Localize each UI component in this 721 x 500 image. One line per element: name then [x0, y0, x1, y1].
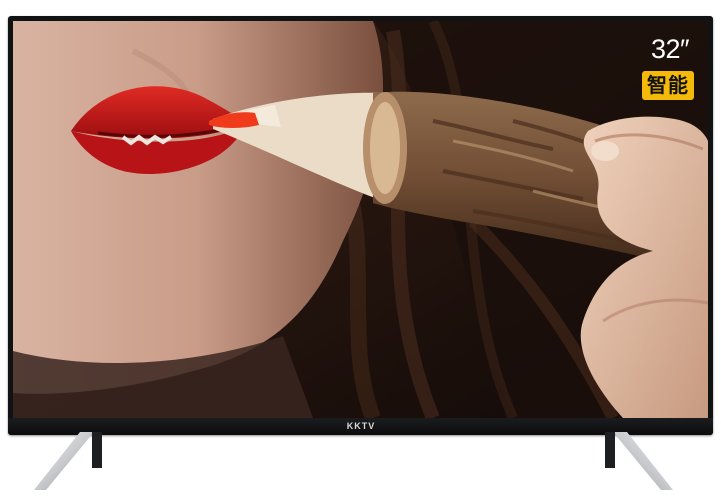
- brand-logo: KKTV: [346, 421, 376, 431]
- stand-leg-right-icon: [605, 430, 675, 492]
- screen-size-label: 32″: [650, 34, 690, 64]
- tv-screen: [13, 21, 708, 418]
- smart-tv-badge: 智能: [642, 71, 694, 100]
- screen-photo: [13, 21, 708, 418]
- product-image: 32″ 智能 KKTV: [0, 0, 721, 500]
- stand-leg-left-icon: [32, 430, 102, 492]
